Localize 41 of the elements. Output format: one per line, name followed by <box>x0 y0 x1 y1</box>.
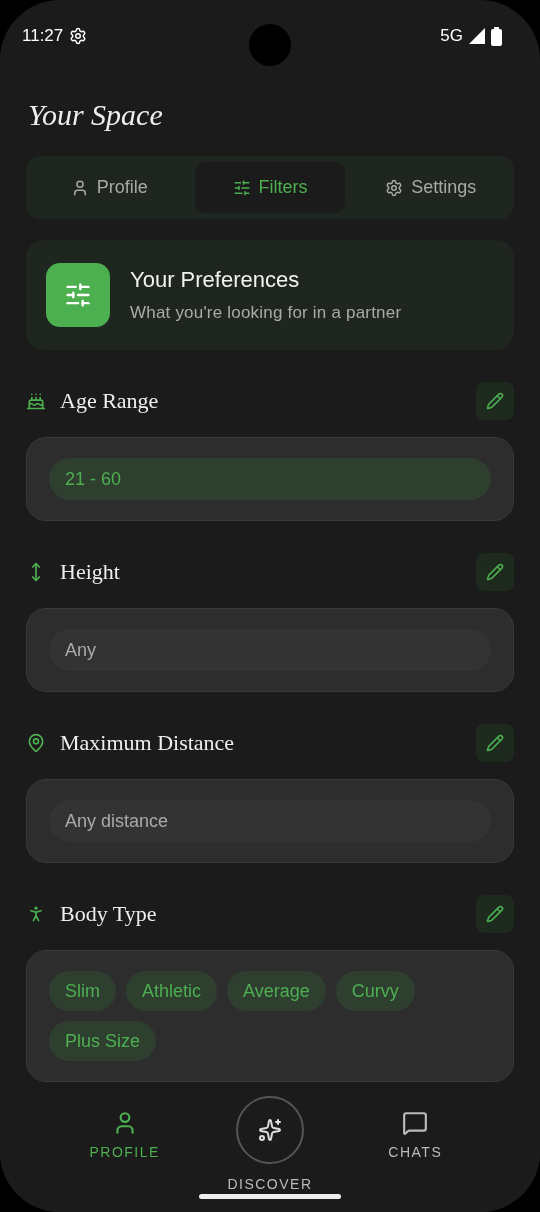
signal-icon <box>469 28 485 44</box>
settings-icon <box>385 178 404 197</box>
chat-icon <box>402 1110 429 1136</box>
card-subtitle: What you're looking for in a partner <box>130 303 402 323</box>
pencil-icon <box>486 563 504 581</box>
sparkle-icon <box>236 1096 304 1164</box>
card-title: Your Preferences <box>130 267 301 293</box>
option-chip[interactable]: Average <box>227 971 326 1011</box>
nav-item[interactable]: PROFILE <box>64 1092 185 1212</box>
camera-cutout <box>249 24 291 66</box>
filter-value[interactable]: 21 - 60 <box>49 458 491 500</box>
battery-icon <box>491 26 502 46</box>
section-title: Age Range <box>60 388 160 414</box>
page-title: Your Space <box>28 98 164 132</box>
location-pin-icon <box>26 733 46 753</box>
cake-icon <box>26 391 46 411</box>
edit-button[interactable] <box>476 895 514 933</box>
edit-button[interactable] <box>476 724 514 762</box>
pencil-icon <box>486 734 504 752</box>
section-title: Body Type <box>60 901 158 927</box>
edit-button[interactable] <box>476 553 514 591</box>
edit-button[interactable] <box>476 382 514 420</box>
tab[interactable]: Settings <box>355 162 506 213</box>
section-title: Maximum Distance <box>60 730 236 756</box>
tab[interactable]: Profile <box>34 162 185 213</box>
network-label: 5G <box>440 26 463 46</box>
sliders-icon <box>232 178 251 197</box>
status-time: 11:27 <box>22 26 64 46</box>
option-chip[interactable]: Slim <box>49 971 116 1011</box>
nav-item[interactable]: CHATS <box>355 1092 476 1212</box>
pencil-icon <box>486 905 504 923</box>
sliders-icon <box>46 263 110 327</box>
tab[interactable]: Filters <box>194 162 346 213</box>
option-chip[interactable]: Athletic <box>126 971 218 1011</box>
filter-value[interactable]: Any distance <box>49 800 491 842</box>
pencil-icon <box>486 392 504 410</box>
settings-icon <box>69 27 88 45</box>
filter-value[interactable]: Any <box>49 629 491 671</box>
option-chip[interactable]: Plus Size <box>49 1021 157 1061</box>
section-title: Height <box>60 559 121 585</box>
option-chip[interactable]: Curvy <box>335 971 415 1011</box>
